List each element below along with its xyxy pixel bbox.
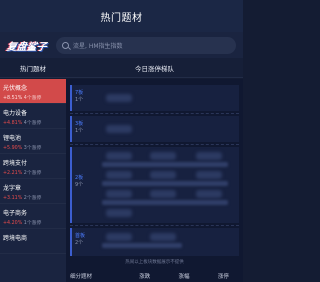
sidebar-item-pct: +2.21% <box>3 171 23 176</box>
divider <box>70 144 239 145</box>
sidebar-item-dragon[interactable]: 龙字章 +3.11% 2个涨停 <box>0 179 66 204</box>
title-bar: 热门题材 <box>0 0 243 32</box>
sidebar-item-lithium-battery[interactable]: 锂电池 +5.90% 3个涨停 <box>0 129 66 154</box>
app-logo: 复盘鲨子 <box>5 41 48 53</box>
col-sub-topic: 细分题材 <box>70 274 93 280</box>
search-placeholder: 流星, HM指生指数 <box>73 42 123 50</box>
sidebar-item-label: 跨境电商 <box>3 235 28 242</box>
stock-name-blurred <box>106 209 132 217</box>
ladder-group[interactable]: 3板 1个 <box>70 116 239 142</box>
stock-name-blurred <box>106 190 132 198</box>
stock-name-blurred <box>150 171 176 179</box>
ladder-count: 9个 <box>75 182 84 188</box>
ladder-level: 2板 <box>75 175 84 181</box>
tab-limit-up-ladder[interactable]: 今日涨停梯队 <box>66 63 243 73</box>
sidebar-item-label: 电子商务 <box>3 210 28 217</box>
divider <box>70 225 239 226</box>
limit-up-ladder: 7板 1个 3板 1个 2板 9个 首板 2个 热闹以上板块数据展示不提供 <box>66 79 243 282</box>
sidebar-item-pct: +3.11% <box>3 196 23 201</box>
ladder-group[interactable]: 7板 1个 <box>70 85 239 111</box>
ladder-level: 首板 <box>75 233 86 239</box>
ladder-count: 1个 <box>75 97 84 103</box>
sidebar-item-label: 龙字章 <box>3 185 22 192</box>
sidebar-item-count: 4个涨停 <box>23 121 42 126</box>
sidebar-item-pct: +8.51% <box>3 96 23 101</box>
topic-sidebar: 光伏概念 +8.51% 4个涨停 电力设备 +4.81% 4个涨停 锂电池 +5… <box>0 79 66 282</box>
stock-name-blurred <box>150 233 176 241</box>
stock-name-blurred <box>106 233 132 241</box>
stock-name-blurred <box>106 152 132 160</box>
tab-hot-topics[interactable]: 热门题材 <box>0 63 66 73</box>
sidebar-item-label: 电力设备 <box>3 110 28 117</box>
stock-name-blurred <box>106 125 132 133</box>
search-icon <box>62 41 69 49</box>
sidebar-item-count: 3个涨停 <box>23 146 42 151</box>
sidebar-item-count: 2个涨停 <box>23 196 42 201</box>
sidebar-item-cross-border-ecommerce[interactable]: 跨境电商 <box>0 229 66 254</box>
sidebar-item-label: 跨境支付 <box>3 160 28 167</box>
stock-name-blurred <box>106 94 132 102</box>
ladder-level: 3板 <box>75 121 84 127</box>
sidebar-item-count: 1个涨停 <box>23 221 42 226</box>
sidebar-item-ecommerce[interactable]: 电子商务 +4.20% 1个涨停 <box>0 204 66 229</box>
tab-bar: 热门题材 今日涨停梯队 <box>0 58 243 78</box>
sidebar-item-count: 4个涨停 <box>23 96 42 101</box>
sidebar-item-power-equipment[interactable]: 电力设备 +4.81% 4个涨停 <box>0 104 66 129</box>
sidebar-item-pct: +5.90% <box>3 146 23 151</box>
ladder-level: 7板 <box>75 90 84 96</box>
stock-name-blurred <box>196 171 222 179</box>
page-title: 热门题材 <box>100 12 143 24</box>
sidebar-item-label: 锂电池 <box>3 135 22 142</box>
stock-name-blurred <box>150 190 176 198</box>
stock-detail-blurred <box>102 243 182 248</box>
footer-note: 热闹以上板块数据展示不提供 <box>125 260 184 265</box>
ladder-group[interactable]: 首板 2个 <box>70 228 239 256</box>
sidebar-item-pct: +4.81% <box>3 121 23 126</box>
stock-detail-blurred <box>102 200 228 205</box>
ladder-count: 2个 <box>75 240 84 246</box>
sidebar-item-label: 光伏概念 <box>3 85 28 92</box>
stock-detail-blurred <box>102 181 228 186</box>
col-change[interactable]: 涨跌 <box>125 272 164 280</box>
col-limit-up[interactable]: 涨停 <box>204 272 243 280</box>
sidebar-item-cross-border-payment[interactable]: 跨境支付 +2.21% 2个涨停 <box>0 154 66 179</box>
ladder-group[interactable]: 2板 9个 <box>70 147 239 223</box>
col-gain[interactable]: 涨幅 <box>164 272 203 280</box>
stock-name-blurred <box>196 190 222 198</box>
brand-row: 复盘鲨子 流星, HM指生指数 <box>0 32 243 58</box>
stock-detail-blurred <box>102 162 228 167</box>
sidebar-item-count: 2个涨停 <box>23 171 42 176</box>
sidebar-item-photovoltaic[interactable]: 光伏概念 +8.51% 4个涨停 <box>0 79 66 104</box>
sidebar-item-pct: +4.20% <box>3 221 23 226</box>
stock-name-blurred <box>150 152 176 160</box>
stock-name-blurred <box>106 171 132 179</box>
divider <box>70 113 239 114</box>
search-input[interactable]: 流星, HM指生指数 <box>56 36 236 54</box>
stock-name-blurred <box>196 152 222 160</box>
sub-topic-table-header: 细分题材 涨跌 涨幅 涨停 <box>66 270 243 282</box>
ladder-count: 1个 <box>75 128 84 134</box>
